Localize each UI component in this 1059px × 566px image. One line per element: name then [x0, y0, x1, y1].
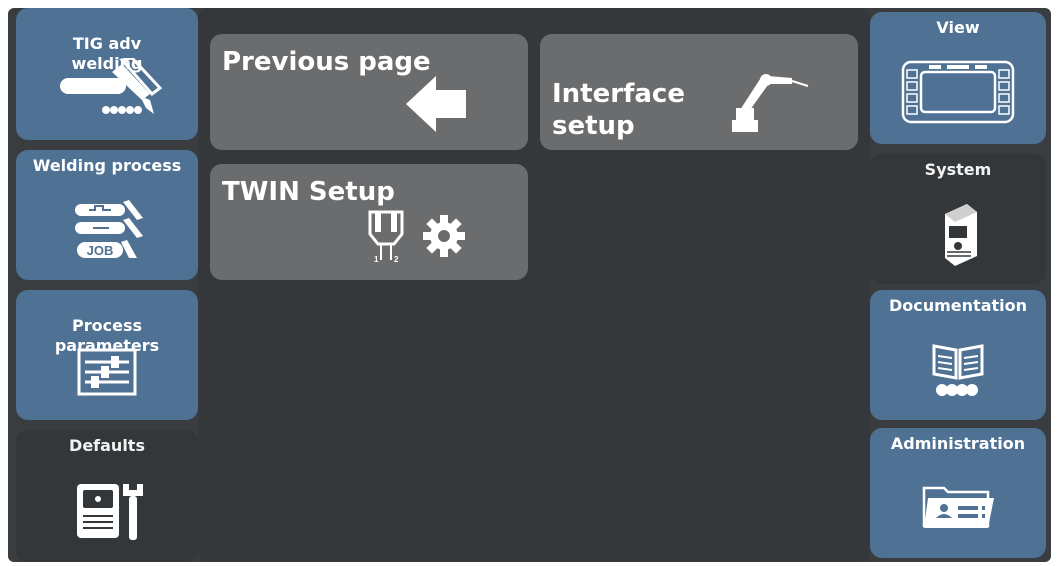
sliders-icon [16, 348, 198, 396]
nav-administration-label: Administration [890, 434, 1026, 453]
nav-system[interactable]: System [870, 154, 1046, 284]
nav-administration[interactable]: Administration [870, 428, 1046, 558]
nav-welding-process-label: Welding process [32, 156, 182, 175]
nav-documentation[interactable]: Documentation [870, 290, 1046, 420]
interface-setup-label: Interface setup [552, 79, 685, 141]
svg-text:1: 1 [374, 255, 379, 264]
arrow-left-icon [406, 76, 468, 140]
nav-view-label: View [936, 18, 980, 37]
left-nav: TIG adv welding Welding process JOB Proc… [16, 8, 198, 562]
nav-process-parameters[interactable]: Process parameters [16, 290, 198, 420]
main-panel: Previous page Interface setup TWIN Setup… [198, 8, 870, 562]
twin-gear-icon: 1 2 [364, 208, 472, 272]
nav-documentation-label: Documentation [888, 296, 1028, 315]
nav-defaults-label: Defaults [69, 436, 145, 455]
twin-setup-label: TWIN Setup [222, 177, 395, 207]
nav-defaults[interactable]: Defaults [16, 430, 198, 562]
nav-system-label: System [924, 160, 992, 179]
screen: TIG adv welding Welding process JOB Proc… [8, 8, 1051, 562]
nav-tig-adv-welding[interactable]: TIG adv welding [16, 8, 198, 140]
previous-page-button[interactable]: Previous page [210, 34, 528, 150]
svg-text:2: 2 [394, 255, 399, 264]
previous-page-label: Previous page [222, 47, 431, 77]
display-icon [870, 60, 1046, 124]
twin-setup-button[interactable]: TWIN Setup 1 2 [210, 164, 528, 280]
power-source-wrench-icon [16, 480, 198, 544]
right-nav: View System Documentation Administration [870, 8, 1046, 562]
nav-welding-process[interactable]: Welding process JOB [16, 150, 198, 280]
tig-torch-icon [16, 58, 198, 122]
welding-process-job-icon: JOB [16, 198, 198, 262]
svg-text:JOB: JOB [87, 243, 114, 258]
robot-arm-icon [728, 40, 812, 142]
book-icon [870, 342, 1046, 400]
id-card-folder-icon [870, 482, 1046, 532]
interface-setup-button[interactable]: Interface setup [540, 34, 858, 150]
nav-view[interactable]: View [870, 12, 1046, 144]
power-source-icon [870, 200, 1046, 270]
